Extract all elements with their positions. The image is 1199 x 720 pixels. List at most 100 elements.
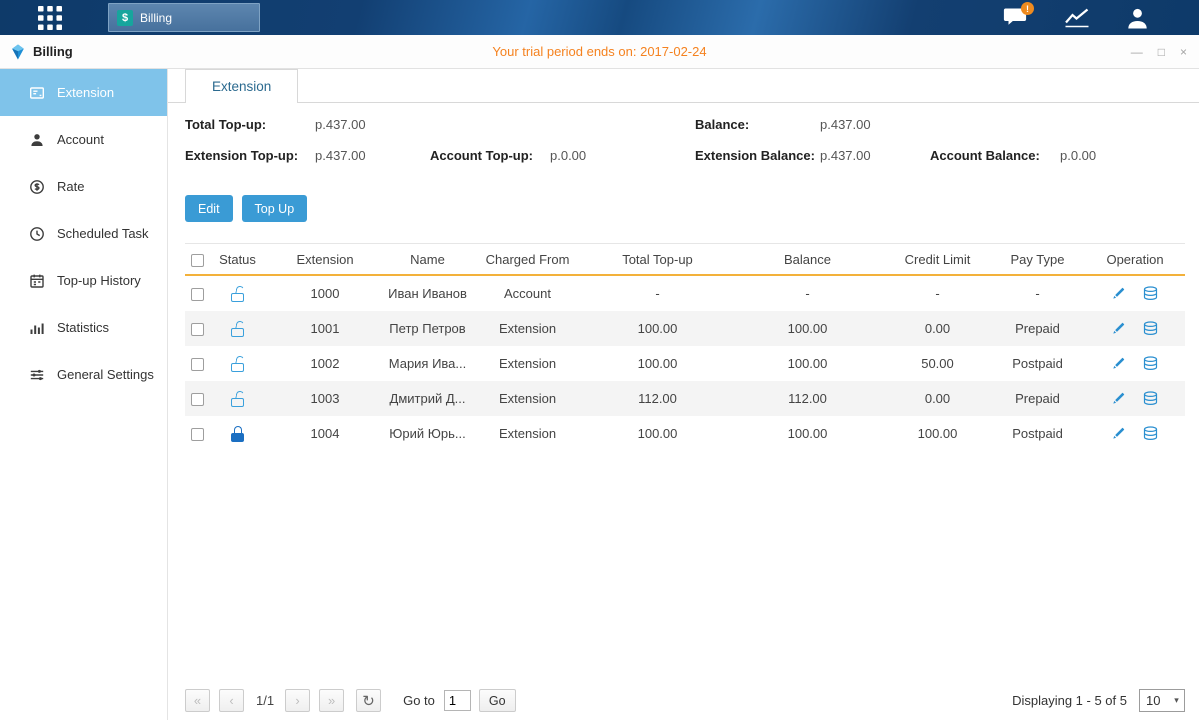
col-pay-type: Pay Type	[990, 252, 1085, 267]
cell-charged-from: Account	[470, 286, 585, 301]
cell-balance: 100.00	[730, 426, 885, 441]
sidebar-item-scheduled-task[interactable]: Scheduled Task	[0, 210, 167, 257]
top-up-row-icon[interactable]	[1142, 426, 1159, 441]
row-checkbox[interactable]	[191, 393, 204, 406]
cell-credit-limit: 0.00	[885, 391, 990, 406]
top-up-button[interactable]: Top Up	[242, 195, 308, 222]
select-all-checkbox[interactable]	[191, 254, 204, 267]
line-chart-glyph	[1064, 7, 1090, 28]
status-lock-icon[interactable]	[231, 356, 244, 372]
cell-extension: 1001	[265, 321, 385, 336]
cell-total-topup: -	[585, 286, 730, 301]
extension-balance-value: p.437.00	[820, 148, 871, 163]
table-row: 1002 Мария Ива... Extension 100.00 100.0…	[185, 346, 1185, 381]
top-up-row-icon[interactable]	[1142, 391, 1159, 406]
col-name: Name	[385, 252, 470, 267]
col-charged-from: Charged From	[470, 252, 585, 267]
edit-row-icon[interactable]	[1111, 356, 1126, 371]
tab-strip: Extension	[168, 69, 1199, 103]
status-lock-icon[interactable]	[231, 321, 244, 337]
sidebar: Extension Account Rate Scheduled Task To…	[0, 69, 168, 720]
reports-chart-icon[interactable]	[1064, 7, 1090, 28]
edit-row-icon[interactable]	[1111, 426, 1126, 441]
billing-summary: Total Top-up: p.437.00 Balance: p.437.00…	[185, 117, 1199, 189]
cell-charged-from: Extension	[470, 391, 585, 406]
extension-topup-label: Extension Top-up:	[185, 148, 298, 163]
bar-chart-icon	[29, 320, 45, 336]
cell-extension: 1000	[265, 286, 385, 301]
cell-extension: 1004	[265, 426, 385, 441]
edit-button[interactable]: Edit	[185, 195, 233, 222]
row-checkbox[interactable]	[191, 288, 204, 301]
table-row: 1003 Дмитрий Д... Extension 112.00 112.0…	[185, 381, 1185, 416]
user-account-icon[interactable]	[1126, 7, 1149, 29]
maximize-button[interactable]: □	[1158, 45, 1165, 59]
sidebar-label: General Settings	[57, 367, 154, 382]
sidebar-item-topup-history[interactable]: Top-up History	[0, 257, 167, 304]
page-size-select[interactable]: 10 ▾	[1139, 689, 1185, 712]
last-page-button[interactable]: »	[319, 689, 344, 712]
edit-row-icon[interactable]	[1111, 321, 1126, 336]
rate-coin-icon	[29, 179, 45, 195]
prev-page-button[interactable]: ‹	[219, 689, 244, 712]
close-button[interactable]: ×	[1180, 45, 1187, 59]
trial-notice: Your trial period ends on: 2017-02-24	[492, 44, 706, 59]
cell-pay-type: Postpaid	[990, 426, 1085, 441]
row-checkbox[interactable]	[191, 323, 204, 336]
billing-gem-icon	[10, 44, 26, 60]
cell-name: Юрий Юрь...	[385, 426, 470, 441]
edit-row-icon[interactable]	[1111, 286, 1126, 301]
cell-total-topup: 100.00	[585, 321, 730, 336]
status-lock-icon[interactable]	[231, 286, 244, 302]
sidebar-item-account[interactable]: Account	[0, 116, 167, 163]
refresh-button[interactable]: ↻	[356, 689, 381, 712]
billing-dollar-icon: $	[117, 10, 133, 26]
cell-balance: 100.00	[730, 321, 885, 336]
sidebar-label: Extension	[57, 85, 114, 100]
sidebar-label: Account	[57, 132, 104, 147]
cell-charged-from: Extension	[470, 356, 585, 371]
top-up-row-icon[interactable]	[1142, 286, 1159, 301]
row-checkbox[interactable]	[191, 358, 204, 371]
sidebar-item-statistics[interactable]: Statistics	[0, 304, 167, 351]
cell-name: Мария Ива...	[385, 356, 470, 371]
go-button[interactable]: Go	[479, 689, 516, 712]
cell-charged-from: Extension	[470, 426, 585, 441]
row-checkbox[interactable]	[191, 428, 204, 441]
chevron-down-icon: ▾	[1169, 695, 1184, 706]
messages-icon[interactable]: !	[1003, 7, 1028, 28]
cell-total-topup: 100.00	[585, 426, 730, 441]
page-indicator: 1/1	[256, 693, 274, 708]
top-up-row-icon[interactable]	[1142, 356, 1159, 371]
content-area: Extension Account Rate Scheduled Task To…	[0, 69, 1199, 720]
table-row: 1004 Юрий Юрь... Extension 100.00 100.00…	[185, 416, 1185, 451]
next-page-button[interactable]: ›	[285, 689, 310, 712]
sidebar-label: Scheduled Task	[57, 226, 149, 241]
top-up-row-icon[interactable]	[1142, 321, 1159, 336]
account-topup-value: p.0.00	[550, 148, 586, 163]
apps-grid-icon[interactable]	[36, 6, 64, 30]
window-titlebar: Billing Your trial period ends on: 2017-…	[0, 35, 1199, 69]
status-lock-icon[interactable]	[231, 426, 244, 442]
page-size-value: 10	[1140, 693, 1169, 708]
minimize-button[interactable]: —	[1131, 45, 1143, 59]
sidebar-item-general-settings[interactable]: General Settings	[0, 351, 167, 398]
sidebar-item-rate[interactable]: Rate	[0, 163, 167, 210]
cell-balance: -	[730, 286, 885, 301]
table-header: Status Extension Name Charged From Total…	[185, 243, 1185, 276]
extension-topup-value: p.437.00	[315, 148, 366, 163]
tab-extension[interactable]: Extension	[185, 69, 298, 103]
sidebar-item-extension[interactable]: Extension	[0, 69, 167, 116]
table-row: 1001 Петр Петров Extension 100.00 100.00…	[185, 311, 1185, 346]
action-buttons: Edit Top Up	[185, 195, 1199, 222]
first-page-button[interactable]: «	[185, 689, 210, 712]
extension-table: Status Extension Name Charged From Total…	[185, 243, 1185, 451]
goto-page-input[interactable]	[444, 690, 471, 711]
edit-row-icon[interactable]	[1111, 391, 1126, 406]
account-person-icon	[29, 132, 45, 148]
cell-pay-type: Prepaid	[990, 391, 1085, 406]
topbar-right-icons: !	[1003, 7, 1149, 29]
extension-balance-label: Extension Balance:	[695, 148, 815, 163]
status-lock-icon[interactable]	[231, 391, 244, 407]
topbar-billing-tab[interactable]: $ Billing	[108, 3, 260, 32]
